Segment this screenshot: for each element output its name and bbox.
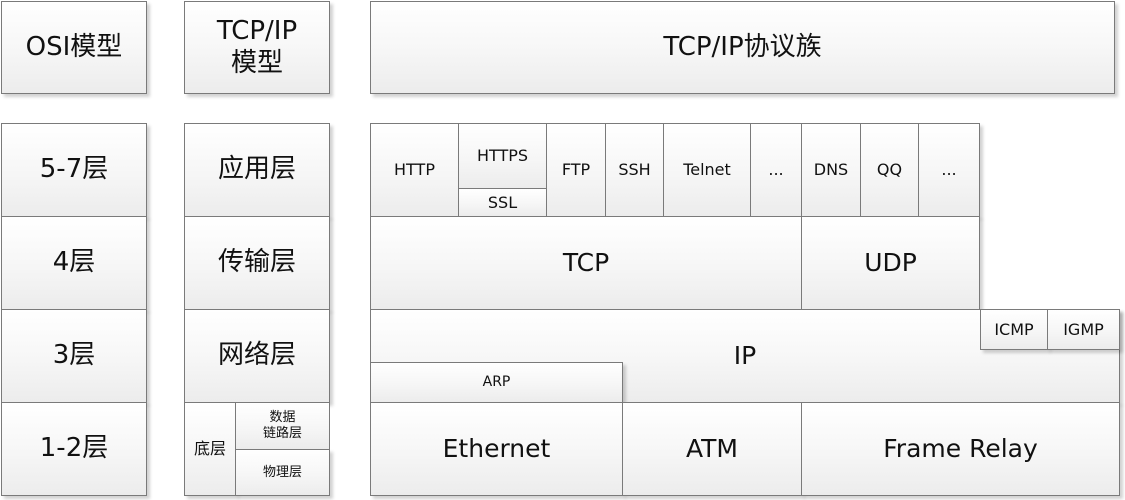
- protocol-label: UDP: [864, 248, 917, 277]
- protocol-https: HTTPS: [458, 123, 547, 189]
- protocol-label: Frame Relay: [883, 434, 1038, 463]
- protocol-label: ICMP: [994, 319, 1034, 339]
- osi-layer-label: 5-7层: [39, 154, 109, 185]
- ellipsis-label: ...: [941, 160, 957, 180]
- protocol-tcp: TCP: [370, 216, 802, 310]
- physical-layer: 物理层: [235, 449, 330, 496]
- protocol-label: ARP: [482, 374, 511, 391]
- datalink-layer: 数据 链路层: [235, 402, 330, 450]
- protocol-label: TCP: [562, 248, 610, 277]
- protocol-dns: DNS: [801, 123, 861, 217]
- bottom-layer-label: 底层: [193, 439, 226, 459]
- osi-model-header: OSI模型: [1, 1, 147, 94]
- application-layer: 应用层: [184, 123, 330, 217]
- osi-layer-label: 3层: [52, 340, 96, 371]
- protocol-qq: QQ: [860, 123, 919, 217]
- protocol-label: IP: [733, 341, 757, 370]
- network-layer: 网络层: [184, 309, 330, 403]
- protocol-frame-relay: Frame Relay: [801, 402, 1120, 496]
- osi-layer-label: 4层: [52, 247, 96, 278]
- protocol-label: Telnet: [683, 160, 731, 180]
- protocol-label: SSL: [487, 192, 518, 212]
- datalink-layer-label: 数据 链路层: [262, 410, 302, 441]
- protocol-ethernet: Ethernet: [370, 402, 623, 496]
- tcpip-model-header: TCP/IP 模型: [184, 1, 330, 94]
- protocol-http: HTTP: [370, 123, 459, 217]
- protocol-udp: UDP: [801, 216, 980, 310]
- tcpip-model-label: TCP/IP 模型: [216, 16, 298, 78]
- protocol-label: Ethernet: [442, 434, 551, 463]
- protocol-more-udp: ...: [918, 123, 980, 217]
- osi-model-label: OSI模型: [25, 31, 123, 62]
- protocol-label: SSH: [618, 160, 651, 180]
- transport-layer: 传输层: [184, 216, 330, 310]
- protocol-ftp: FTP: [546, 123, 606, 217]
- protocol-atm: ATM: [622, 402, 802, 496]
- protocol-label: FTP: [561, 160, 591, 180]
- tcpip-suite-header: TCP/IP协议族: [370, 1, 1115, 94]
- tcpip-suite-label: TCP/IP协议族: [663, 31, 822, 62]
- osi-layer-4: 4层: [1, 216, 147, 310]
- protocol-label: QQ: [876, 160, 903, 180]
- ellipsis-label: ...: [768, 160, 784, 180]
- application-layer-label: 应用层: [217, 154, 296, 185]
- protocol-igmp: IGMP: [1047, 309, 1120, 350]
- protocol-ssh: SSH: [605, 123, 664, 217]
- protocol-label: DNS: [813, 160, 849, 180]
- protocol-label: ATM: [685, 434, 738, 463]
- osi-layer-1-2: 1-2层: [1, 402, 147, 496]
- physical-layer-label: 物理层: [262, 464, 302, 480]
- protocol-icmp: ICMP: [980, 309, 1048, 350]
- protocol-ssl: SSL: [458, 188, 547, 217]
- transport-layer-label: 传输层: [217, 247, 296, 278]
- network-layer-label: 网络层: [217, 340, 296, 371]
- osi-layer-5-7: 5-7层: [1, 123, 147, 217]
- osi-layer-3: 3层: [1, 309, 147, 403]
- protocol-label: HTTP: [394, 160, 435, 180]
- protocol-more-tcp: ...: [750, 123, 802, 217]
- osi-layer-label: 1-2层: [39, 433, 109, 464]
- protocol-telnet: Telnet: [663, 123, 751, 217]
- protocol-label: HTTPS: [476, 146, 529, 166]
- bottom-layer: 底层: [184, 402, 236, 496]
- protocol-label: IGMP: [1063, 319, 1104, 339]
- protocol-arp: ARP: [370, 362, 623, 403]
